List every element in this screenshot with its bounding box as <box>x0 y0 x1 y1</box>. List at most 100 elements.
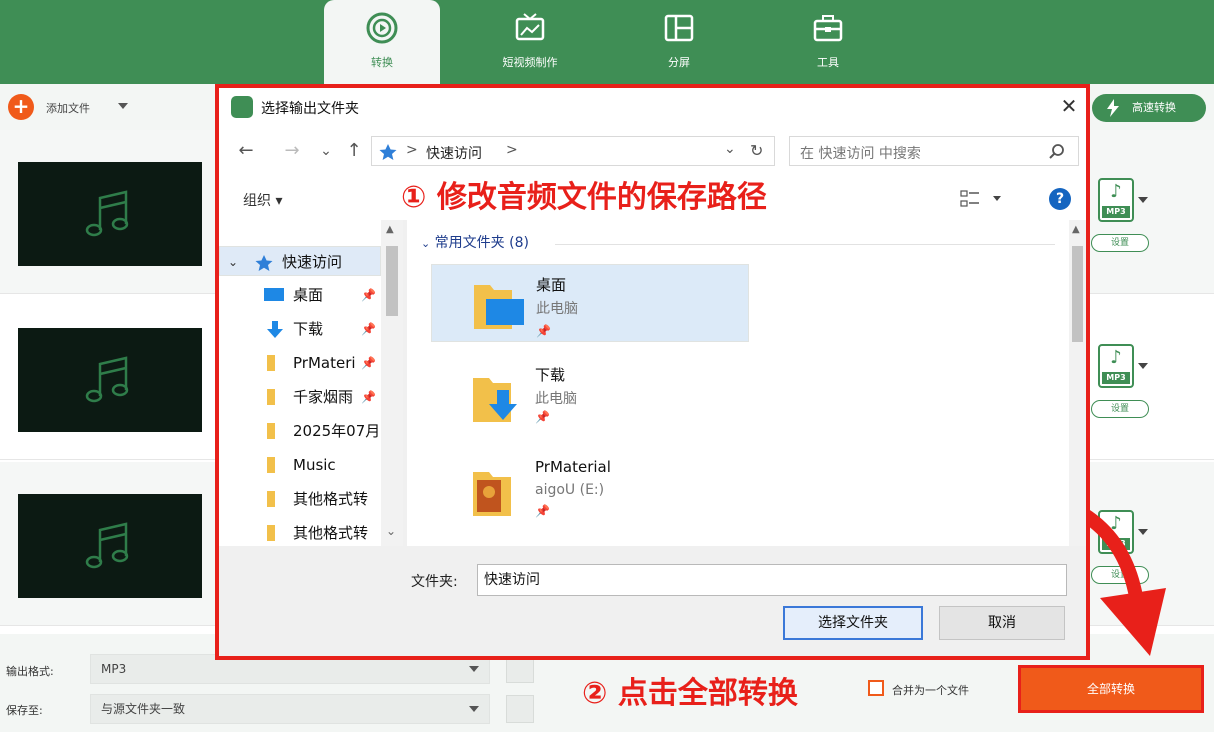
up-icon[interactable]: ↑ <box>343 140 365 162</box>
cancel-button[interactable]: 取消 <box>939 606 1065 640</box>
file-location: 此电脑 <box>535 391 577 407</box>
app-header: 转换 短视频制作 分屏 工具 <box>0 0 1214 84</box>
dialog-navbar: ← → ⌄ ↑ > 快速访问 > ⌄ ↻ 在 快速访问 中搜索 <box>219 126 1086 176</box>
tree-item-downloads[interactable]: 下载 📌 <box>219 314 381 344</box>
mp3-format-icon[interactable]: ♪ MP3 <box>1098 344 1134 388</box>
help-icon[interactable]: ? <box>1049 188 1071 210</box>
close-icon[interactable]: ✕ <box>1057 94 1081 118</box>
address-dropdown-icon[interactable]: ⌄ <box>724 141 736 157</box>
open-folder-icon[interactable] <box>506 695 534 723</box>
pin-icon: 📌 <box>535 410 550 424</box>
tree-item-folder[interactable]: PrMateri 📌 <box>219 348 381 378</box>
format-dropdown-icon[interactable] <box>1138 363 1148 369</box>
mp3-format-icon[interactable]: ♪ MP3 <box>1098 178 1134 222</box>
file-pane-scrollbar[interactable]: ▲ <box>1069 220 1086 546</box>
pin-icon: 📌 <box>361 288 376 302</box>
short-video-icon <box>515 13 545 41</box>
folder-input[interactable]: 快速访问 <box>477 564 1067 596</box>
select-folder-button[interactable]: 选择文件夹 <box>783 606 923 640</box>
folder-icon <box>267 389 275 405</box>
search-input[interactable]: 在 快速访问 中搜索 <box>789 136 1079 166</box>
file-item-desktop[interactable]: 桌面 此电脑 📌 <box>431 264 749 342</box>
music-note-icon <box>85 190 129 237</box>
toolbox-icon <box>813 15 843 42</box>
tab-tools[interactable]: 工具 <box>770 0 886 84</box>
tree-item-label: 其他格式转 <box>293 490 369 508</box>
chevron-down-icon[interactable]: ⌄ <box>228 247 238 275</box>
search-placeholder: 在 快速访问 中搜索 <box>800 146 921 162</box>
recent-locations-icon[interactable]: ⌄ <box>315 140 337 162</box>
forward-icon[interactable]: → <box>281 140 303 162</box>
step2-annotation: ② 点击全部转换 <box>582 676 798 711</box>
format-dropdown-icon[interactable] <box>1138 197 1148 203</box>
music-note-icon <box>85 522 129 569</box>
tab-short-video[interactable]: 短视频制作 <box>472 0 588 84</box>
file-name: 下载 <box>535 366 566 384</box>
music-note-icon <box>85 356 129 403</box>
tab-label: 短视频制作 <box>502 56 558 69</box>
high-speed-convert-button[interactable]: 高速转换 <box>1092 94 1206 122</box>
tree-item-folder[interactable]: 其他格式转 <box>219 518 381 548</box>
folder-field-label: 文件夹: <box>411 574 458 590</box>
tree-item-desktop[interactable]: 桌面 📌 <box>219 280 381 310</box>
audio-thumbnail <box>18 494 202 598</box>
chevron-down-icon: ⌄ <box>421 237 431 250</box>
settings-button[interactable]: 设置 <box>1091 234 1149 252</box>
file-item-prmaterial[interactable]: PrMaterial aigoU (E:) 📌 <box>431 452 749 530</box>
file-item-downloads[interactable]: 下载 此电脑 📌 <box>431 358 749 436</box>
convert-all-button[interactable]: 全部转换 <box>1018 665 1204 713</box>
dialog-commandbar: 组织 ▾ ① 修改音频文件的保存路径 ? <box>219 176 1086 220</box>
back-icon[interactable]: ← <box>235 140 257 162</box>
pin-icon: 📌 <box>361 390 376 404</box>
save-to-value: 与源文件夹一致 <box>101 702 186 716</box>
view-options-icon[interactable] <box>959 188 981 210</box>
breadcrumb-quick-access[interactable]: 快速访问 <box>426 143 482 163</box>
format-badge: MP3 <box>1102 206 1130 218</box>
tree-item-folder[interactable]: 千家烟雨 📌 <box>219 382 381 412</box>
file-location: aigoU (E:) <box>535 482 605 498</box>
pin-icon: 📌 <box>536 324 551 338</box>
save-to-select[interactable]: 与源文件夹一致 <box>90 694 490 724</box>
merge-checkbox[interactable] <box>868 680 884 696</box>
tree-scrollbar[interactable]: ▲ ⌄ <box>381 220 403 546</box>
tree-item-quick-access[interactable]: ⌄ 快速访问 <box>219 246 381 276</box>
group-header[interactable]: ⌄ 常用文件夹 (8) <box>421 232 529 252</box>
settings-button[interactable]: 设置 <box>1091 400 1149 418</box>
output-format-label: 输出格式: <box>6 665 54 678</box>
chevron-down-icon <box>469 706 479 712</box>
add-file-label[interactable]: 添加文件 <box>46 100 90 116</box>
scrollbar-thumb[interactable] <box>1072 246 1083 342</box>
tree-item-label: 其他格式转 <box>293 524 369 542</box>
address-bar[interactable]: > 快速访问 > ⌄ ↻ <box>371 136 775 166</box>
download-icon <box>267 321 283 338</box>
view-dropdown-icon[interactable] <box>993 196 1001 201</box>
scroll-down-icon[interactable]: ⌄ <box>386 524 396 538</box>
organize-button[interactable]: 组织 ▾ <box>243 190 282 210</box>
tree-item-folder[interactable]: 其他格式转 <box>219 484 381 514</box>
tab-split-screen[interactable]: 分屏 <box>621 0 737 84</box>
folder-icon <box>267 355 275 371</box>
output-format-value: MP3 <box>101 662 127 676</box>
audio-thumbnail <box>18 162 202 266</box>
high-speed-label: 高速转换 <box>1132 101 1176 114</box>
convert-icon <box>366 12 398 44</box>
step1-annotation: ① 修改音频文件的保存路径 <box>401 180 767 215</box>
add-file-dropdown-icon[interactable] <box>118 103 128 109</box>
scroll-up-icon[interactable]: ▲ <box>386 224 394 235</box>
tree-item-music[interactable]: Music <box>219 450 381 480</box>
merge-label[interactable]: 合并为一个文件 <box>892 682 969 698</box>
add-file-button[interactable]: + <box>8 94 34 120</box>
pin-icon: 📌 <box>361 356 376 370</box>
tree-item-folder[interactable]: 2025年07月 <box>219 416 381 446</box>
refresh-icon[interactable]: ↻ <box>750 141 763 160</box>
breadcrumb-separator-icon[interactable]: > <box>506 142 518 158</box>
chevron-down-icon <box>469 666 479 672</box>
folder-icon <box>267 457 275 473</box>
scrollbar-thumb[interactable] <box>386 246 398 316</box>
dialog-title: 选择输出文件夹 <box>261 101 359 117</box>
desktop-folder-icon <box>474 285 524 329</box>
desktop-icon <box>264 288 284 301</box>
tab-convert[interactable]: 转换 <box>324 0 440 84</box>
image-folder-icon <box>473 472 511 516</box>
scroll-up-icon[interactable]: ▲ <box>1072 224 1080 235</box>
